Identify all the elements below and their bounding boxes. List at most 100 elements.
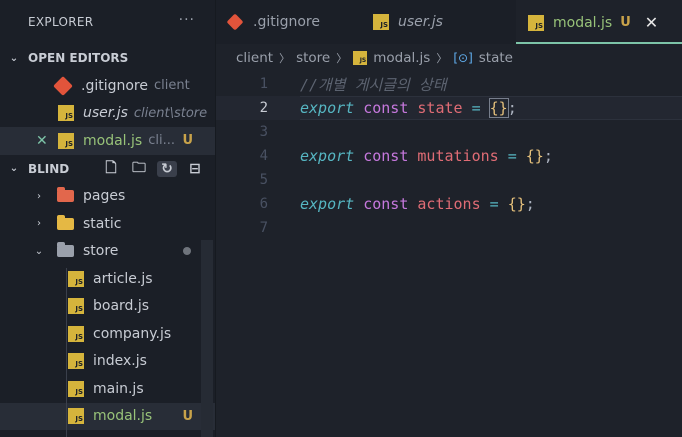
file-main-js[interactable]: JS main.js [0, 375, 215, 403]
collapse-all-icon[interactable]: ⊟ [185, 161, 205, 177]
modified-dot [183, 247, 191, 256]
folder-icon [57, 214, 74, 230]
folder-name: static [83, 215, 122, 232]
chevron-down-icon: ⌄ [9, 163, 19, 174]
file-company-js[interactable]: JS company.js [0, 320, 215, 348]
breadcrumb: client 〉 store 〉 JS modal.js 〉 [⊙] state [216, 44, 682, 72]
chevron-right-icon: › [37, 190, 41, 202]
workspace-section[interactable]: ⌄ BLIND 🗋 🗀 ↻ ⊟ [0, 155, 215, 183]
indent-guide [66, 268, 67, 437]
chevron-down-icon: ⌄ [34, 245, 44, 257]
open-editor-modal-js[interactable]: ✕ JS modal.js cli... U [0, 127, 215, 155]
file-name: article.js [93, 270, 153, 287]
explorer-toolbar: 🗋 🗀 ↻ ⊟ [101, 155, 205, 183]
open-editor-user-js[interactable]: JS user.js client\store [0, 100, 215, 128]
sidebar-scrollbar[interactable] [201, 240, 213, 437]
file-name: main.js [93, 380, 144, 397]
line-number: 3 [259, 124, 268, 140]
code-editor[interactable]: 1 //개별 게시글의 상태 2 export const state = {}… [216, 72, 682, 437]
js-file-icon: JS [68, 353, 84, 370]
code-line: 4 export const mutations = {}; [216, 144, 682, 168]
code-text: export const mutations = {}; [300, 147, 553, 165]
file-article-js[interactable]: JS article.js [0, 265, 215, 293]
file-name: board.js [93, 298, 150, 315]
file-name: company.js [93, 325, 172, 342]
tab-label: .gitignore [253, 14, 320, 30]
open-editor-path: client\store [133, 105, 208, 121]
open-editor-path: client [154, 78, 190, 94]
file-name: index.js [93, 353, 147, 370]
code-line: 3 [216, 120, 682, 144]
code-comment: //개별 게시글의 상태 [300, 75, 447, 94]
chevron-down-icon: ⌄ [9, 52, 19, 64]
explorer-header: EXPLORER ··· [0, 0, 215, 44]
editor-tabs: .gitignore JS user.js JS modal.js U ✕ [216, 0, 682, 44]
file-modal-js[interactable]: JS modal.js U [0, 402, 215, 430]
tab-modal-js[interactable]: JS modal.js U ✕ [516, 0, 682, 44]
code-line: 5 [216, 168, 682, 192]
code-text: export const state = {}; [300, 98, 517, 118]
folder-static[interactable]: › static [0, 210, 215, 238]
js-file-icon: JS [58, 105, 74, 122]
breadcrumb-item[interactable]: modal.js [373, 50, 430, 66]
js-file-icon: JS [528, 14, 544, 31]
open-editors-section[interactable]: ⌄ OPEN EDITORS [0, 44, 215, 72]
js-file-icon: JS [68, 380, 84, 397]
code-line: 7 [216, 216, 682, 240]
code-line: 6 export const actions = {}; [216, 192, 682, 216]
folder-pages[interactable]: › pages [0, 183, 215, 211]
folder-name: store [83, 243, 119, 260]
git-file-icon [53, 75, 73, 96]
new-file-icon[interactable]: 🗋 [101, 157, 121, 181]
code-line-current: 2 export const state = {}; [216, 96, 682, 120]
folder-store[interactable]: ⌄ store [0, 238, 215, 266]
close-tab-icon[interactable]: ✕ [645, 13, 658, 32]
breadcrumb-item[interactable]: client [236, 50, 273, 66]
open-editor-name: .gitignore [81, 77, 148, 94]
js-file-icon: JS [58, 132, 74, 149]
code-line: 1 //개별 게시글의 상태 [216, 72, 682, 96]
new-folder-icon[interactable]: 🗀 [129, 157, 149, 181]
line-number: 6 [259, 196, 268, 212]
explorer-sidebar: EXPLORER ··· ⌄ OPEN EDITORS .gitignore c… [0, 0, 216, 437]
refresh-icon[interactable]: ↻ [157, 160, 177, 177]
open-editor-name: user.js [83, 105, 128, 122]
open-editor-path: cli... [148, 133, 175, 149]
folder-icon [57, 187, 74, 203]
open-editor-name: modal.js [83, 132, 143, 149]
more-actions-icon[interactable]: ··· [179, 12, 195, 28]
git-file-icon [226, 13, 244, 31]
breadcrumb-item[interactable]: store [296, 50, 330, 66]
line-number: 5 [259, 172, 268, 188]
line-number: 7 [259, 220, 268, 236]
js-file-icon: JS [68, 298, 84, 315]
chevron-right-icon: › [37, 218, 41, 230]
folder-open-icon [57, 242, 74, 258]
line-number: 4 [259, 148, 268, 164]
untracked-badge: U [182, 133, 193, 149]
js-file-icon: JS [373, 14, 389, 30]
close-editor-icon[interactable]: ✕ [36, 133, 48, 149]
chevron-right-icon: 〉 [436, 52, 448, 65]
js-file-icon: JS [68, 325, 84, 342]
untracked-badge: U [182, 408, 193, 424]
file-index-js[interactable]: JS index.js [0, 348, 215, 376]
line-number: 1 [259, 76, 268, 92]
tab-label: modal.js [553, 14, 613, 31]
untracked-badge: U [620, 15, 631, 30]
tab-gitignore[interactable]: .gitignore [216, 0, 361, 44]
breadcrumb-item[interactable]: state [479, 50, 513, 66]
open-editor-gitignore[interactable]: .gitignore client [0, 72, 215, 100]
chevron-right-icon: 〉 [336, 52, 348, 65]
workspace-label: BLIND [28, 161, 70, 176]
open-editors-label: OPEN EDITORS [28, 51, 129, 65]
line-number: 2 [259, 100, 268, 116]
explorer-title: EXPLORER [28, 15, 94, 29]
folder-name: pages [83, 188, 126, 205]
js-file-icon: JS [68, 270, 84, 287]
file-board-js[interactable]: JS board.js [0, 293, 215, 321]
tab-label: user.js [398, 14, 443, 30]
tab-user-js[interactable]: JS user.js [361, 0, 516, 44]
code-text: export const actions = {}; [300, 195, 535, 213]
symbol-variable-icon: [⊙] [453, 51, 473, 65]
